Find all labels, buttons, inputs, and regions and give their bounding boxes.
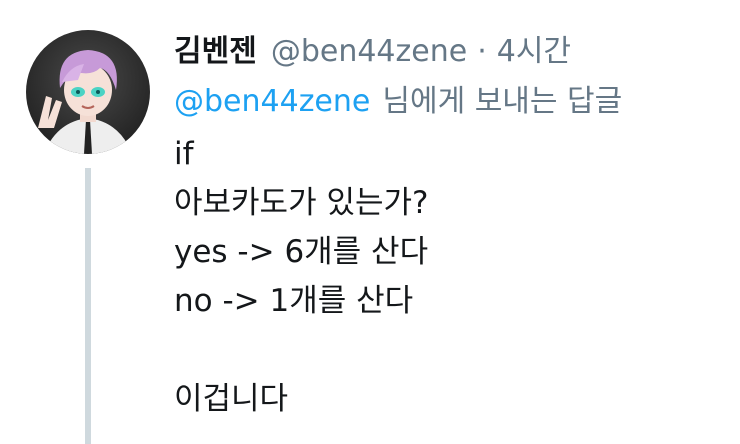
separator-dot: · [477,34,487,69]
body-line: no -> 1개를 산다 [174,283,414,319]
tweet: 김벤젠 @ben44zene · 4시간 @ben44zene 님에게 보내는 답… [0,0,740,444]
body-line [174,326,730,375]
avatar[interactable] [26,30,150,154]
body-line: if [174,136,194,172]
body-line: yes -> 6개를 산다 [174,234,429,270]
thread-line [85,168,91,444]
tweet-content: 김벤젠 @ben44zene · 4시간 @ben44zene 님에게 보내는 답… [174,30,730,424]
reply-mention-link[interactable]: @ben44zene [174,84,370,119]
tweet-header: 김벤젠 @ben44zene · 4시간 [174,30,730,74]
body-line: 이겁니다 [174,381,289,417]
display-name[interactable]: 김벤젠 [174,30,257,74]
body-line: 아보카도가 있는가? [174,185,429,221]
tweet-body: if 아보카도가 있는가? yes -> 6개를 산다 no -> 1개를 산다… [174,130,730,424]
timestamp[interactable]: 4시간 [497,30,571,74]
avatar-image [26,30,150,154]
reply-context: @ben44zene 님에게 보내는 답글 [174,80,730,124]
user-handle[interactable]: @ben44zene [271,30,467,74]
reply-context-label: 님에게 보내는 답글 [382,84,623,119]
